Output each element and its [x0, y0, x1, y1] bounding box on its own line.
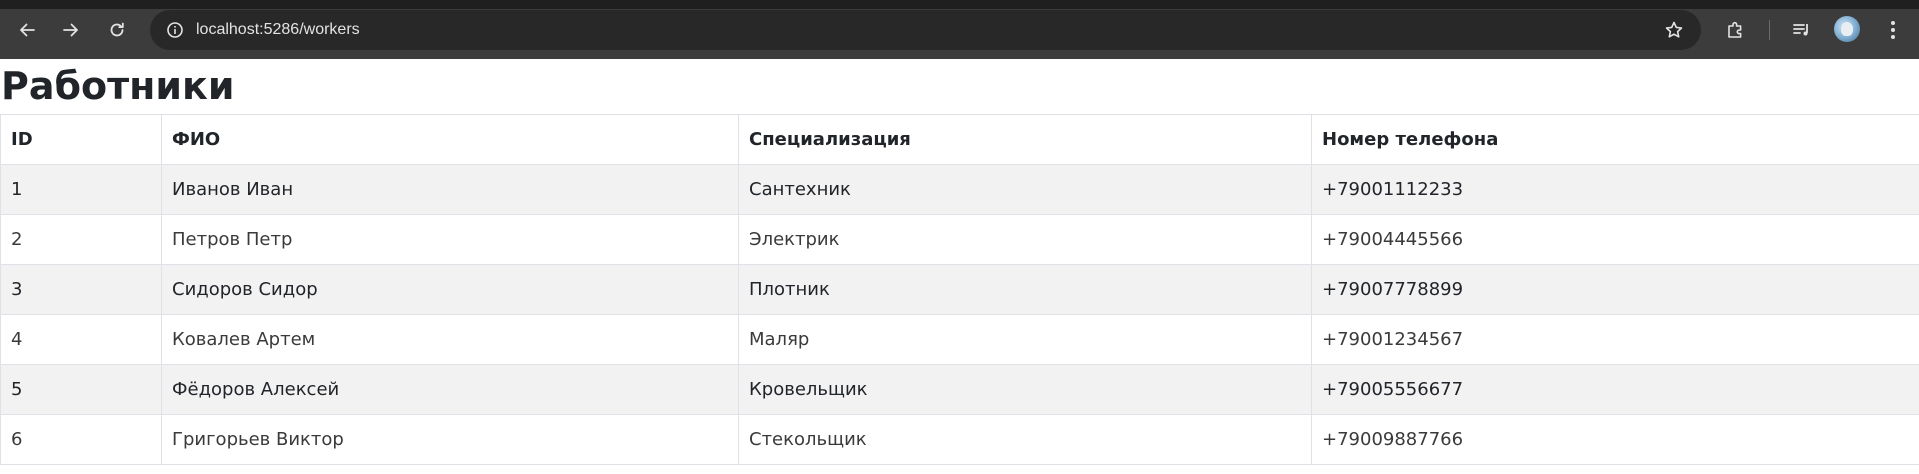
arrow-left-icon	[20, 23, 35, 37]
table-row: 5 Фёдоров Алексей Кровельщик +7900555667…	[0, 364, 1919, 415]
table-row: 3 Сидоров Сидор Плотник +79007778899	[0, 264, 1919, 315]
cell-name: Фёдоров Алексей	[161, 364, 739, 415]
column-header-specialization: Специализация	[738, 114, 1312, 165]
kebab-menu-icon	[1891, 21, 1895, 39]
cell-specialization: Стекольщик	[738, 414, 1312, 465]
cell-id: 1	[0, 164, 162, 215]
cell-specialization: Кровельщик	[738, 364, 1312, 415]
browser-toolbar: localhost:5286/workers	[0, 0, 1919, 59]
table-row: 2 Петров Петр Электрик +79004445566	[0, 214, 1919, 265]
cell-specialization: Сантехник	[738, 164, 1312, 215]
toolbar-divider	[1769, 20, 1770, 40]
profile-avatar[interactable]	[1834, 16, 1860, 42]
address-bar[interactable]: localhost:5286/workers	[150, 10, 1701, 50]
cell-id: 3	[0, 264, 162, 315]
cell-phone: +79007778899	[1311, 264, 1919, 315]
url-text[interactable]: localhost:5286/workers	[196, 20, 360, 40]
extensions-button[interactable]	[1723, 17, 1749, 43]
puzzle-icon	[1728, 21, 1742, 38]
cell-name: Григорьев Виктор	[161, 414, 739, 465]
table-row: 1 Иванов Иван Сантехник +79001112233	[0, 164, 1919, 215]
column-header-name: ФИО	[161, 114, 739, 165]
column-header-phone: Номер телефона	[1311, 114, 1919, 165]
browser-menu-button[interactable]	[1880, 17, 1906, 43]
cell-specialization: Плотник	[738, 264, 1312, 315]
cell-phone: +79001112233	[1311, 164, 1919, 215]
star-icon	[1665, 21, 1683, 38]
workers-table: ID ФИО Специализация Номер телефона 1 Ив…	[0, 114, 1919, 465]
table-row: 6 Григорьев Виктор Стекольщик +790098877…	[0, 414, 1919, 465]
forward-button[interactable]	[58, 17, 84, 43]
back-button[interactable]	[14, 17, 40, 43]
bookmark-button[interactable]	[1661, 17, 1687, 43]
cell-id: 4	[0, 314, 162, 365]
cell-id: 6	[0, 414, 162, 465]
cell-name: Петров Петр	[161, 214, 739, 265]
cell-id: 2	[0, 214, 162, 265]
page-title: Работники	[1, 64, 235, 108]
cell-phone: +79001234567	[1311, 314, 1919, 365]
reload-button[interactable]	[104, 17, 130, 43]
cell-phone: +79004445566	[1311, 214, 1919, 265]
cell-phone: +79009887766	[1311, 414, 1919, 465]
cell-specialization: Электрик	[738, 214, 1312, 265]
cell-name: Сидоров Сидор	[161, 264, 739, 315]
arrow-right-icon	[63, 23, 78, 37]
media-queue-icon	[1793, 24, 1808, 36]
cell-name: Иванов Иван	[161, 164, 739, 215]
cell-id: 5	[0, 364, 162, 415]
column-header-id: ID	[0, 114, 162, 165]
site-info-button[interactable]	[162, 17, 188, 43]
cell-name: Ковалев Артем	[161, 314, 739, 365]
table-header-row: ID ФИО Специализация Номер телефона	[0, 114, 1919, 165]
info-icon	[167, 22, 183, 38]
cell-phone: +79005556677	[1311, 364, 1919, 415]
cell-specialization: Маляр	[738, 314, 1312, 365]
media-controls-button[interactable]	[1789, 17, 1815, 43]
page-content: Работники ID ФИО Специализация Номер тел…	[0, 59, 1919, 465]
table-row: 4 Ковалев Артем Маляр +79001234567	[0, 314, 1919, 365]
reload-icon	[110, 22, 124, 37]
